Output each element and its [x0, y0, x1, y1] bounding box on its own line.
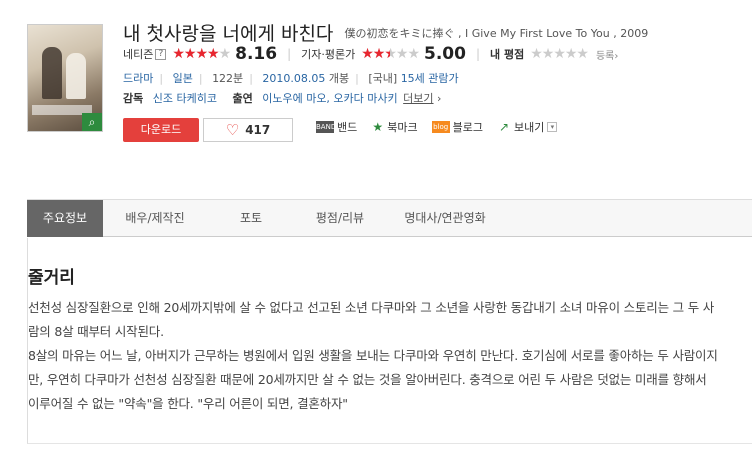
my-rating-stars[interactable]: ★★★★★★★★★★	[530, 46, 589, 62]
share-row: BAND 밴드 ★ 북마크 blog 블로그 ↗ 보내기 ▾	[316, 119, 571, 135]
poster-figure-girl	[66, 53, 86, 99]
tab-bar: 주요정보 배우/제작진 포토 평점/리뷰 명대사/연관영화	[27, 199, 752, 237]
share-band-button[interactable]: BAND 밴드	[316, 119, 357, 135]
movie-poster[interactable]: ⌕	[27, 24, 103, 132]
director-link[interactable]: 신조 타케히코	[153, 92, 217, 105]
critic-stars: ★★★★★★★★★★	[361, 46, 420, 62]
tab-photo[interactable]: 포토	[207, 200, 295, 237]
synopsis-paragraph: 선천성 심장질환으로 인해 20세까지밖에 살 수 없다고 선고된 소년 다쿠마…	[28, 300, 715, 339]
zoom-magnifier-icon[interactable]: ⌕	[82, 113, 102, 131]
critic-label: 기자·평론가	[301, 48, 356, 61]
share-band-label: 밴드	[337, 121, 358, 134]
rating-divider: |	[475, 47, 481, 61]
tab-main-info[interactable]: 주요정보	[27, 200, 103, 237]
share-bookmark-button[interactable]: ★ 북마크	[371, 119, 417, 135]
like-button[interactable]: ♡ 417	[203, 118, 293, 142]
tab-ratings-reviews[interactable]: 평점/리뷰	[295, 200, 385, 237]
netizen-stars-fill: ★★★★★	[172, 46, 219, 62]
download-button[interactable]: 다운로드	[123, 118, 199, 142]
main-content: 줄거리 선천성 심장질환으로 인해 20세까지밖에 살 수 없다고 선고된 소년…	[27, 238, 752, 444]
critic-stars-fill: ★★★★★	[361, 46, 390, 62]
synopsis-paragraph: 8살의 마유는 어느 날, 아버지가 근무하는 병원에서 입원 생활을 보내는 …	[28, 348, 718, 411]
band-icon: BAND	[316, 121, 337, 133]
share-send-button[interactable]: ↗ 보내기 ▾	[497, 119, 558, 135]
tab-quotes-related[interactable]: 명대사/연관영화	[385, 200, 505, 237]
cast-link[interactable]: 이노우에 마오, 오카다 마사키	[262, 92, 397, 105]
country-link[interactable]: 일본	[173, 72, 193, 85]
share-send-label: 보내기	[514, 121, 545, 134]
more-arrow-icon: ›	[437, 92, 442, 105]
like-count: 417	[245, 123, 271, 137]
share-blog-button[interactable]: blog 블로그	[431, 119, 483, 135]
blog-icon: blog	[431, 121, 450, 133]
share-blog-label: 블로그	[452, 121, 483, 134]
poster-figure-boy	[42, 47, 62, 99]
bookmark-star-icon: ★	[372, 120, 384, 134]
region: [국내]	[368, 72, 398, 85]
netizen-stars: ★★★★★★★★★★	[172, 46, 231, 62]
chevron-down-icon[interactable]: ▾	[547, 122, 558, 132]
age-rating-link[interactable]: 15세 관람가	[401, 72, 459, 85]
rating-divider: |	[287, 47, 292, 61]
more-credits-link[interactable]: 더보기	[403, 92, 433, 105]
movie-title: 내 첫사랑을 너에게 바친다	[123, 23, 334, 45]
my-rating-label: 내 평점	[490, 48, 525, 61]
runtime: 122분	[212, 72, 244, 85]
release-suffix: 개봉	[328, 72, 350, 85]
heart-icon: ♡	[225, 121, 240, 139]
movie-subtitle: 僕の初恋をキミに捧ぐ , I Give My First Love To You…	[344, 26, 649, 40]
title-row: 내 첫사랑을 너에게 바친다 僕の初恋をキミに捧ぐ , I Give My Fi…	[123, 19, 648, 46]
synopsis-title: 줄거리	[28, 268, 75, 288]
release-date-link[interactable]: 2010.08.05	[262, 72, 325, 85]
share-bookmark-label: 북마크	[387, 121, 418, 134]
netizen-help-icon[interactable]: ?	[155, 48, 167, 60]
netizen-label: 네티즌	[123, 48, 154, 61]
director-label: 감독	[123, 92, 144, 105]
critic-score: 5.00	[424, 44, 466, 64]
netizen-score: 8.16	[235, 44, 278, 64]
genre-link[interactable]: 드라마	[123, 72, 153, 85]
cast-label: 출연	[232, 92, 253, 105]
send-icon: ↗	[498, 120, 510, 134]
register-rating-link[interactable]: 등록›	[596, 47, 618, 62]
synopsis-text: 선천성 심장질환으로 인해 20세까지밖에 살 수 없다고 선고된 소년 다쿠마…	[28, 296, 718, 416]
rating-row: 네티즌 ? ★★★★★★★★★★ 8.16 | 기자·평론가 ★★★★★★★★★…	[123, 44, 618, 64]
tab-cast-crew[interactable]: 배우/제작진	[103, 200, 207, 237]
credits-row: 감독 신조 타케히코 출연 이노우에 마오, 오카다 마사키 더보기 ›	[123, 90, 441, 106]
movie-meta: 드라마 | 일본 | 122분 | 2010.08.05 개봉 | [국내] 15세 관…	[123, 72, 459, 85]
